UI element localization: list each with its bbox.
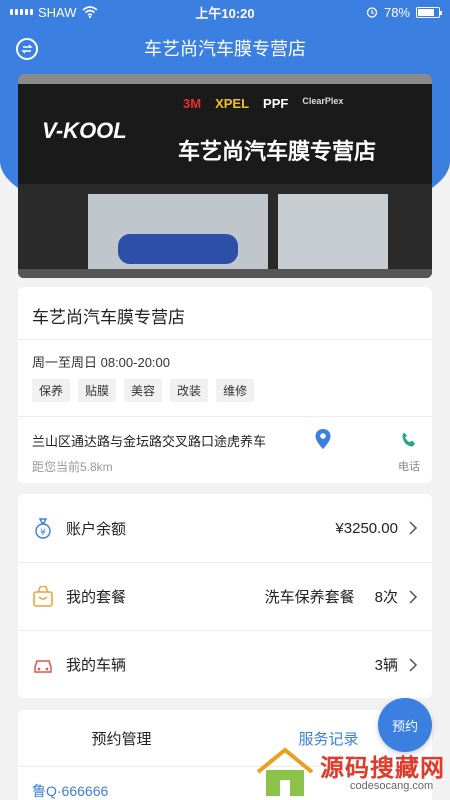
chevron-right-icon <box>409 657 418 672</box>
menu-row-vehicle[interactable]: 我的车辆 3辆 <box>18 630 432 698</box>
money-bag-icon: ¥ <box>35 518 51 539</box>
tag-repair: 维修 <box>216 379 255 402</box>
menu-row-balance[interactable]: ¥ 账户余额 ¥3250.00 <box>18 494 432 562</box>
phone-icon <box>402 432 415 447</box>
sign-logo-xpel: XPEL <box>215 96 250 111</box>
switch-store-icon[interactable] <box>16 38 38 60</box>
storefront-banner[interactable]: V-KOOL 车艺尚汽车膜专营店 3M XPEL PPF ClearPlex <box>18 74 432 278</box>
battery-percent: 78% <box>383 4 410 20</box>
car-icon <box>34 659 52 673</box>
tag-maintenance: 保养 <box>32 379 71 402</box>
service-tags: 保养 贴膜 美容 改装 维修 <box>18 371 432 402</box>
watermark-url: codesocang.com <box>350 780 434 792</box>
svg-text:¥: ¥ <box>40 528 46 538</box>
shop-info-card: 车艺尚汽车膜专营店 周一至周日 08:00-20:00 保养 贴膜 美容 改装 … <box>18 287 432 483</box>
balance-label: 账户余额 <box>66 520 127 538</box>
phone-button[interactable]: 电话 <box>396 431 422 474</box>
watermark-logo: 源码搜藏网 codesocang.com <box>250 742 450 800</box>
tag-film: 贴膜 <box>78 379 117 402</box>
signal-icon <box>10 9 33 15</box>
page-title: 车艺尚汽车膜专营店 <box>144 39 306 59</box>
alarm-icon <box>366 7 378 18</box>
nav-bar: 车艺尚汽车膜专营店 <box>0 28 450 68</box>
carrier-label: SHAW <box>38 4 77 20</box>
location-pin-icon[interactable] <box>315 429 331 449</box>
house-logo-icon <box>256 747 314 796</box>
shop-name: 车艺尚汽车膜专营店 <box>32 308 185 327</box>
shop-distance: 距您当前5.8km <box>32 460 113 474</box>
sign-logos: 3M XPEL PPF ClearPlex <box>183 96 343 111</box>
battery-icon <box>416 6 442 18</box>
chevron-right-icon <box>409 521 418 535</box>
sign-shop-name: 车艺尚汽车膜专营店 <box>178 139 377 164</box>
account-menu-card: ¥ 账户余额 ¥3250.00 我的套餐 洗车保养套餐 8次 我的车辆 3辆 <box>18 494 432 698</box>
watermark-text: 源码搜藏网 <box>320 755 445 782</box>
package-label: 我的套餐 <box>66 589 127 606</box>
status-bar: SHAW 上午10:20 78% <box>0 0 450 24</box>
tag-modification: 改装 <box>170 379 209 402</box>
clock: 上午10:20 <box>195 5 255 21</box>
package-count: 8次 <box>374 589 398 606</box>
business-hours: 周一至周日 08:00-20:00 <box>32 355 171 370</box>
phone-label: 电话 <box>398 461 420 473</box>
shop-address: 兰山区通达路与金坛路交叉路口途虎养车 <box>32 434 267 449</box>
address-row[interactable]: 兰山区通达路与金坛路交叉路口途虎养车 距您当前5.8km 电话 <box>18 417 432 475</box>
vehicle-label: 我的车辆 <box>66 657 127 674</box>
wifi-icon <box>82 6 98 18</box>
package-name: 洗车保养套餐 <box>264 589 355 606</box>
chevron-right-icon <box>409 589 418 604</box>
menu-row-package[interactable]: 我的套餐 洗车保养套餐 8次 <box>18 562 432 630</box>
sign-logo-ppf: PPF <box>263 96 289 111</box>
sign-logo-clearplex: ClearPlex <box>302 96 344 106</box>
tag-beauty: 美容 <box>124 379 163 402</box>
sign-logo-3m: 3M <box>183 96 202 111</box>
balance-value: ¥3250.00 <box>335 519 398 537</box>
sign-brand: V-KOOL <box>42 118 127 143</box>
vehicle-count: 3辆 <box>374 657 398 674</box>
shopping-bag-icon <box>33 585 53 607</box>
tab-appointments[interactable]: 预约管理 <box>18 728 225 749</box>
